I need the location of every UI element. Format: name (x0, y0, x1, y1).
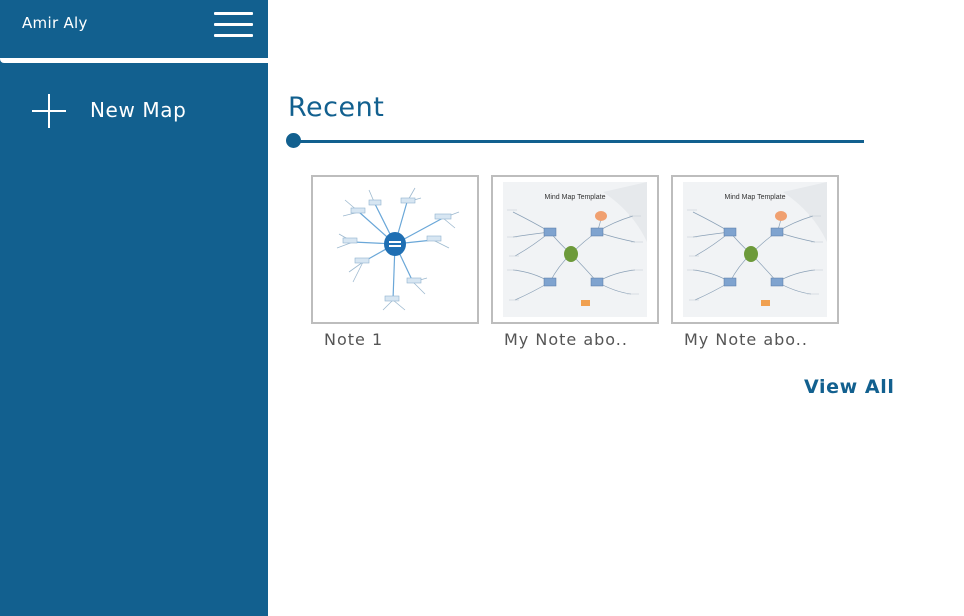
view-all-link[interactable]: View All (804, 376, 894, 398)
section-title: Recent (288, 92, 385, 123)
section-divider-dot (286, 133, 301, 148)
mind-map-thumbnail: Mind Map Template (503, 182, 647, 317)
sidebar: Amir Aly New Map (0, 0, 268, 616)
hamburger-menu-icon[interactable] (214, 12, 254, 38)
new-map-button[interactable]: New Map (32, 92, 232, 130)
sidebar-header: Amir Aly (0, 0, 268, 58)
user-name: Amir Aly (22, 14, 88, 32)
svg-text:Mind Map Template: Mind Map Template (725, 194, 786, 201)
mind-map-thumbnail: Mind Map Template (683, 182, 827, 317)
recent-map-card[interactable]: Mind Map Template (671, 175, 839, 324)
recent-map-label: My Note abo.. (504, 330, 628, 349)
mind-map-thumbnail (336, 187, 460, 311)
header-divider (0, 58, 268, 63)
new-map-label: New Map (90, 98, 187, 122)
recent-map-card[interactable] (311, 175, 479, 324)
svg-text:Mind Map Template: Mind Map Template (545, 194, 606, 201)
plus-icon (32, 94, 66, 128)
recent-map-label: Note 1 (324, 330, 384, 349)
recent-map-label: My Note abo.. (684, 330, 808, 349)
section-divider (292, 140, 864, 143)
recent-map-card[interactable]: Mind Map Template (491, 175, 659, 324)
